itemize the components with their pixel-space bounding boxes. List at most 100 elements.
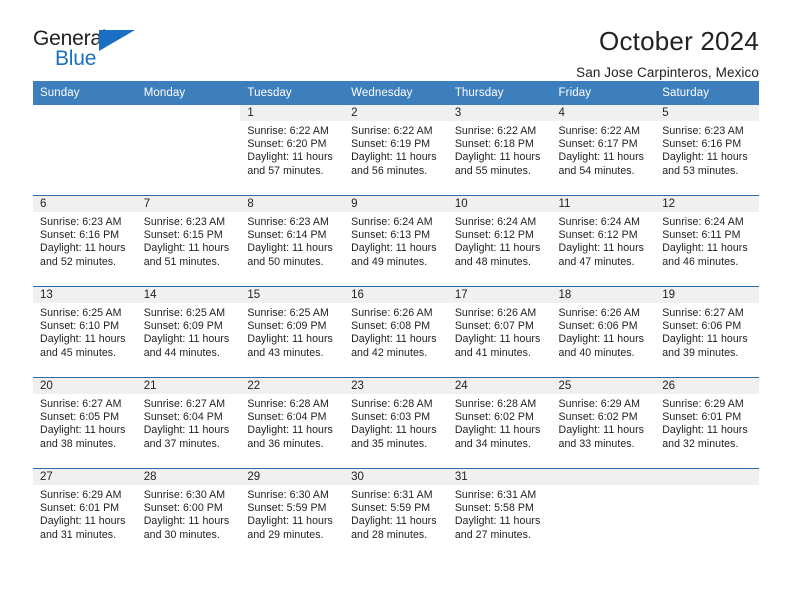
day-cell[interactable]: 22 Sunrise: 6:28 AM Sunset: 6:04 PM Dayligh… bbox=[240, 378, 345, 468]
day-cell[interactable]: 20 Sunrise: 6:27 AM Sunset: 6:05 PM Dayligh… bbox=[33, 378, 137, 468]
day-cell[interactable]: 15 Sunrise: 6:25 AM Sunset: 6:09 PM Dayligh… bbox=[240, 287, 345, 377]
day-cell[interactable]: 19 Sunrise: 6:27 AM Sunset: 6:06 PM Dayligh… bbox=[655, 287, 759, 377]
day-cell[interactable]: 24 Sunrise: 6:28 AM Sunset: 6:02 PM Dayligh… bbox=[447, 378, 552, 468]
sunset-text: Sunset: 6:17 PM bbox=[558, 138, 638, 151]
calendar-cell[interactable]: 25 Sunrise: 6:29 AM Sunset: 6:02 PM Dayligh… bbox=[551, 377, 656, 469]
sun-info: Sunrise: 6:27 AM Sunset: 6:04 PM Daylight:… bbox=[137, 394, 241, 451]
day-number: 17 bbox=[447, 287, 552, 303]
day-cell[interactable]: 3 Sunrise: 6:22 AM Sunset: 6:18 PM Daylight… bbox=[447, 105, 552, 195]
day-cell[interactable]: 29 Sunrise: 6:30 AM Sunset: 5:59 PM Dayligh… bbox=[240, 469, 345, 559]
sunrise-text: Sunrise: 6:27 AM bbox=[40, 398, 122, 410]
calendar-cell[interactable]: 26 Sunrise: 6:29 AM Sunset: 6:01 PM Dayligh… bbox=[655, 377, 759, 469]
day-cell[interactable]: 23 Sunrise: 6:28 AM Sunset: 6:03 PM Dayligh… bbox=[344, 378, 448, 468]
sunrise-text: Sunrise: 6:27 AM bbox=[143, 398, 226, 410]
calendar-cell[interactable]: 7 Sunrise: 6:23 AM Sunset: 6:15 PM Daylight… bbox=[136, 195, 241, 287]
day-cell[interactable]: 28 Sunrise: 6:30 AM Sunset: 6:00 PM Dayligh… bbox=[136, 469, 241, 559]
calendar-cell[interactable]: 18 Sunrise: 6:26 AM Sunset: 6:06 PM Dayligh… bbox=[551, 286, 656, 378]
day-number: 31 bbox=[447, 469, 552, 485]
day-cell[interactable]: 27 Sunrise: 6:29 AM Sunset: 6:01 PM Dayligh… bbox=[33, 469, 137, 559]
sunrise-text: Sunrise: 6:25 AM bbox=[40, 307, 122, 319]
calendar-cell[interactable]: 22 Sunrise: 6:28 AM Sunset: 6:04 PM Dayligh… bbox=[240, 377, 345, 469]
sun-info: Sunrise: 6:26 AM Sunset: 6:07 PM Daylight:… bbox=[448, 303, 552, 360]
calendar-cell[interactable]: 30 Sunrise: 6:31 AM Sunset: 5:59 PM Dayligh… bbox=[344, 468, 448, 559]
calendar-cell[interactable]: 13 Sunrise: 6:25 AM Sunset: 6:10 PM Dayligh… bbox=[33, 286, 137, 378]
calendar-cell[interactable]: 11 Sunrise: 6:24 AM Sunset: 6:12 PM Dayligh… bbox=[551, 195, 656, 287]
day-cell[interactable]: 12 Sunrise: 6:24 AM Sunset: 6:11 PM Dayligh… bbox=[655, 196, 759, 286]
calendar-cell[interactable]: 29 Sunrise: 6:30 AM Sunset: 5:59 PM Dayligh… bbox=[240, 468, 345, 559]
sunrise-text: Sunrise: 6:22 AM bbox=[351, 125, 433, 137]
calendar-body: 1 Sunrise: 6:22 AM Sunset: 6:20 PM Daylight… bbox=[33, 105, 759, 559]
day-cell[interactable]: 13 Sunrise: 6:25 AM Sunset: 6:10 PM Dayligh… bbox=[33, 287, 137, 377]
calendar-cell[interactable] bbox=[33, 105, 137, 196]
daylight-text: Daylight: 11 hours and 45 minutes. bbox=[40, 333, 126, 359]
sunrise-text: Sunrise: 6:23 AM bbox=[247, 216, 329, 228]
calendar-cell[interactable] bbox=[551, 468, 656, 559]
day-cell[interactable]: 16 Sunrise: 6:26 AM Sunset: 6:08 PM Dayligh… bbox=[344, 287, 448, 377]
calendar-cell[interactable]: 12 Sunrise: 6:24 AM Sunset: 6:11 PM Dayligh… bbox=[655, 195, 759, 287]
calendar-cell[interactable]: 31 Sunrise: 6:31 AM Sunset: 5:58 PM Dayligh… bbox=[447, 468, 552, 559]
daylight-text: Daylight: 11 hours and 55 minutes. bbox=[454, 151, 541, 177]
general-blue-logo[interactable]: General Blue bbox=[33, 28, 143, 72]
calendar-cell[interactable]: 17 Sunrise: 6:26 AM Sunset: 6:07 PM Dayligh… bbox=[447, 286, 552, 378]
daylight-text: Daylight: 11 hours and 41 minutes. bbox=[454, 333, 541, 359]
day-cell[interactable]: 18 Sunrise: 6:26 AM Sunset: 6:06 PM Dayligh… bbox=[551, 287, 656, 377]
calendar-cell[interactable] bbox=[655, 468, 759, 559]
calendar-cell[interactable]: 10 Sunrise: 6:24 AM Sunset: 6:12 PM Dayligh… bbox=[447, 195, 552, 287]
day-cell[interactable]: 2 Sunrise: 6:22 AM Sunset: 6:19 PM Daylight… bbox=[344, 105, 448, 195]
calendar-cell[interactable]: 2 Sunrise: 6:22 AM Sunset: 6:19 PM Daylight… bbox=[344, 105, 448, 196]
day-number: 11 bbox=[551, 196, 656, 212]
calendar-week-row: 27 Sunrise: 6:29 AM Sunset: 6:01 PM Dayligh… bbox=[33, 468, 759, 559]
sun-info: Sunrise: 6:27 AM Sunset: 6:05 PM Daylight:… bbox=[33, 394, 137, 451]
day-number: 21 bbox=[136, 378, 241, 394]
calendar-cell[interactable]: 15 Sunrise: 6:25 AM Sunset: 6:09 PM Dayligh… bbox=[240, 286, 345, 378]
calendar-cell[interactable]: 27 Sunrise: 6:29 AM Sunset: 6:01 PM Dayligh… bbox=[33, 468, 137, 559]
day-cell[interactable]: 21 Sunrise: 6:27 AM Sunset: 6:04 PM Dayligh… bbox=[136, 378, 241, 468]
day-cell[interactable]: 7 Sunrise: 6:23 AM Sunset: 6:15 PM Daylight… bbox=[136, 196, 241, 286]
calendar-cell[interactable]: 4 Sunrise: 6:22 AM Sunset: 6:17 PM Daylight… bbox=[551, 105, 656, 196]
day-cell[interactable]: 26 Sunrise: 6:29 AM Sunset: 6:01 PM Dayligh… bbox=[655, 378, 759, 468]
sunset-text: Sunset: 6:01 PM bbox=[662, 411, 742, 424]
day-cell[interactable]: 31 Sunrise: 6:31 AM Sunset: 5:58 PM Dayligh… bbox=[447, 469, 552, 559]
day-cell[interactable]: 25 Sunrise: 6:29 AM Sunset: 6:02 PM Dayligh… bbox=[551, 378, 656, 468]
calendar-cell[interactable]: 6 Sunrise: 6:23 AM Sunset: 6:16 PM Daylight… bbox=[33, 195, 137, 287]
calendar-cell[interactable]: 20 Sunrise: 6:27 AM Sunset: 6:05 PM Dayligh… bbox=[33, 377, 137, 469]
calendar-cell[interactable] bbox=[136, 105, 241, 196]
calendar-cell[interactable]: 28 Sunrise: 6:30 AM Sunset: 6:00 PM Dayligh… bbox=[136, 468, 241, 559]
day-cell[interactable]: 17 Sunrise: 6:26 AM Sunset: 6:07 PM Dayligh… bbox=[447, 287, 552, 377]
calendar-cell[interactable]: 21 Sunrise: 6:27 AM Sunset: 6:04 PM Dayligh… bbox=[136, 377, 241, 469]
day-cell[interactable]: 10 Sunrise: 6:24 AM Sunset: 6:12 PM Dayligh… bbox=[447, 196, 552, 286]
sunrise-text: Sunrise: 6:29 AM bbox=[662, 398, 744, 410]
day-cell[interactable]: 8 Sunrise: 6:23 AM Sunset: 6:14 PM Daylight… bbox=[240, 196, 345, 286]
sun-info: Sunrise: 6:25 AM Sunset: 6:09 PM Daylight:… bbox=[137, 303, 241, 360]
calendar-cell[interactable]: 16 Sunrise: 6:26 AM Sunset: 6:08 PM Dayligh… bbox=[344, 286, 448, 378]
sun-info: Sunrise: 6:31 AM Sunset: 5:58 PM Daylight:… bbox=[448, 485, 552, 542]
sunset-text: Sunset: 6:00 PM bbox=[143, 502, 223, 515]
sunrise-text: Sunrise: 6:28 AM bbox=[247, 398, 329, 410]
day-cell[interactable]: 6 Sunrise: 6:23 AM Sunset: 6:16 PM Daylight… bbox=[33, 196, 137, 286]
day-cell[interactable]: 9 Sunrise: 6:24 AM Sunset: 6:13 PM Daylight… bbox=[344, 196, 448, 286]
sunrise-text: Sunrise: 6:22 AM bbox=[558, 125, 640, 137]
calendar-cell[interactable]: 9 Sunrise: 6:24 AM Sunset: 6:13 PM Daylight… bbox=[344, 195, 448, 287]
day-number: 16 bbox=[344, 287, 448, 303]
daylight-text: Daylight: 11 hours and 51 minutes. bbox=[143, 242, 230, 268]
sun-info: Sunrise: 6:29 AM Sunset: 6:01 PM Daylight:… bbox=[655, 394, 759, 451]
day-cell[interactable]: 1 Sunrise: 6:22 AM Sunset: 6:20 PM Daylight… bbox=[240, 105, 345, 195]
day-number: 29 bbox=[240, 469, 345, 485]
calendar-cell[interactable]: 3 Sunrise: 6:22 AM Sunset: 6:18 PM Daylight… bbox=[447, 105, 552, 196]
daylight-text: Daylight: 11 hours and 40 minutes. bbox=[558, 333, 645, 359]
calendar-cell[interactable]: 19 Sunrise: 6:27 AM Sunset: 6:06 PM Dayligh… bbox=[655, 286, 759, 378]
day-cell[interactable]: 14 Sunrise: 6:25 AM Sunset: 6:09 PM Dayligh… bbox=[136, 287, 241, 377]
sunrise-text: Sunrise: 6:23 AM bbox=[143, 216, 226, 228]
daylight-text: Daylight: 11 hours and 48 minutes. bbox=[454, 242, 541, 268]
day-cell[interactable]: 5 Sunrise: 6:23 AM Sunset: 6:16 PM Daylight… bbox=[655, 105, 759, 195]
calendar-cell[interactable]: 23 Sunrise: 6:28 AM Sunset: 6:03 PM Dayligh… bbox=[344, 377, 448, 469]
calendar-cell[interactable]: 5 Sunrise: 6:23 AM Sunset: 6:16 PM Daylight… bbox=[655, 105, 759, 196]
day-cell[interactable]: 11 Sunrise: 6:24 AM Sunset: 6:12 PM Dayligh… bbox=[551, 196, 656, 286]
day-cell[interactable]: 4 Sunrise: 6:22 AM Sunset: 6:17 PM Daylight… bbox=[551, 105, 656, 195]
calendar-cell[interactable]: 1 Sunrise: 6:22 AM Sunset: 6:20 PM Daylight… bbox=[240, 105, 345, 196]
sunrise-text: Sunrise: 6:30 AM bbox=[247, 489, 329, 501]
calendar-cell[interactable]: 24 Sunrise: 6:28 AM Sunset: 6:02 PM Dayligh… bbox=[447, 377, 552, 469]
day-cell[interactable]: 30 Sunrise: 6:31 AM Sunset: 5:59 PM Dayligh… bbox=[344, 469, 448, 559]
calendar-cell[interactable]: 8 Sunrise: 6:23 AM Sunset: 6:14 PM Daylight… bbox=[240, 195, 345, 287]
calendar-cell[interactable]: 14 Sunrise: 6:25 AM Sunset: 6:09 PM Dayligh… bbox=[136, 286, 241, 378]
